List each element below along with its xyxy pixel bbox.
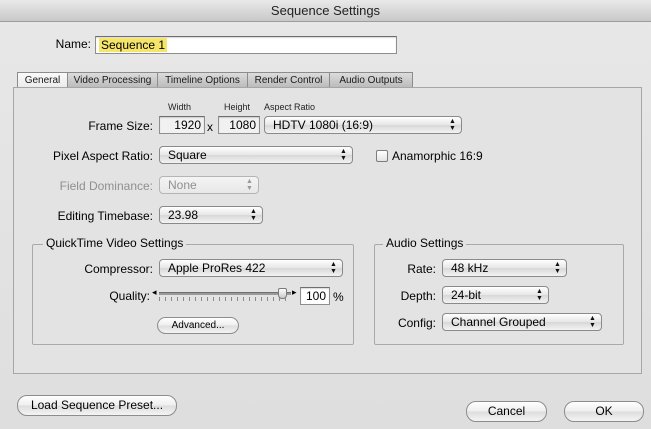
- popup-arrows-icon: ▲ ▼: [589, 315, 596, 329]
- frame-width-field[interactable]: 1920: [159, 116, 205, 134]
- editing-timebase-value: 23.98: [168, 208, 199, 222]
- pixel-aspect-label: Pixel Aspect Ratio:: [52, 149, 153, 163]
- quality-min-icon: ◂: [152, 287, 157, 297]
- sequence-settings-window: Sequence Settings Name: Sequence 1 Gener…: [0, 0, 651, 429]
- rate-popup[interactable]: 48 kHz ▲ ▼: [442, 259, 567, 277]
- popup-arrows-icon: ▲ ▼: [449, 118, 456, 132]
- depth-label: Depth:: [400, 289, 436, 303]
- popup-arrows-icon: ▲ ▼: [536, 288, 543, 302]
- config-value: Channel Grouped: [451, 315, 546, 329]
- aspect-ratio-value: HDTV 1080i (16:9): [273, 118, 374, 132]
- tab-render-control[interactable]: Render Control: [247, 72, 330, 88]
- rate-value: 48 kHz: [451, 261, 489, 275]
- quality-unit: %: [333, 290, 344, 304]
- height-column-header: Height: [224, 102, 251, 112]
- popup-arrows-icon: ▲ ▼: [246, 178, 253, 192]
- quality-label: Quality:: [109, 289, 150, 303]
- depth-popup[interactable]: 24-bit ▲ ▼: [442, 286, 549, 304]
- compressor-label: Compressor:: [84, 262, 153, 276]
- field-dominance-value: None: [168, 178, 197, 192]
- anamorphic-label: Anamorphic 16:9: [392, 149, 483, 163]
- aspect-ratio-column-header: Aspect Ratio: [264, 102, 316, 112]
- sequence-name-value: Sequence 1: [99, 38, 168, 52]
- quality-value-field[interactable]: 100: [300, 287, 330, 305]
- advanced-button[interactable]: Advanced...: [157, 317, 239, 334]
- frame-size-label: Frame Size:: [88, 119, 153, 133]
- quality-slider-track[interactable]: [159, 292, 291, 295]
- quality-max-icon: ▸: [292, 287, 297, 297]
- width-column-header: Width: [168, 102, 192, 112]
- rate-label: Rate:: [407, 262, 436, 276]
- window-title: Sequence Settings: [0, 0, 651, 22]
- quality-slider-ticks: [159, 297, 291, 301]
- frame-height-field[interactable]: 1080: [218, 116, 260, 134]
- popup-arrows-icon: ▲ ▼: [250, 208, 257, 222]
- tab-audio-outputs[interactable]: Audio Outputs: [329, 72, 413, 88]
- frame-size-separator: x: [207, 120, 213, 134]
- aspect-ratio-popup[interactable]: HDTV 1080i (16:9) ▲ ▼: [264, 116, 462, 134]
- anamorphic-checkbox[interactable]: [376, 150, 388, 162]
- popup-arrows-icon: ▲ ▼: [554, 261, 561, 275]
- quality-slider-thumb[interactable]: [278, 288, 287, 299]
- compressor-value: Apple ProRes 422: [168, 261, 266, 275]
- field-dominance-label: Field Dominance:: [59, 179, 153, 193]
- popup-arrows-icon: ▲ ▼: [330, 261, 337, 275]
- config-popup[interactable]: Channel Grouped ▲ ▼: [442, 313, 602, 331]
- load-sequence-preset-button[interactable]: Load Sequence Preset...: [17, 395, 177, 416]
- audio-settings-title: Audio Settings: [383, 236, 467, 250]
- compressor-popup[interactable]: Apple ProRes 422 ▲ ▼: [159, 259, 343, 277]
- ok-button[interactable]: OK: [564, 401, 644, 422]
- tab-video-processing[interactable]: Video Processing: [67, 72, 158, 88]
- config-label: Config:: [397, 316, 436, 330]
- sequence-name-field[interactable]: Sequence 1: [95, 36, 397, 54]
- editing-timebase-label: Editing Timebase:: [57, 209, 153, 223]
- pixel-aspect-value: Square: [168, 148, 207, 162]
- editing-timebase-popup[interactable]: 23.98 ▲ ▼: [159, 206, 263, 224]
- quicktime-settings-title: QuickTime Video Settings: [43, 236, 187, 250]
- depth-value: 24-bit: [451, 288, 482, 302]
- tab-timeline-options[interactable]: Timeline Options: [157, 72, 248, 88]
- popup-arrows-icon: ▲ ▼: [340, 148, 347, 162]
- name-label: Name:: [55, 37, 91, 51]
- pixel-aspect-popup[interactable]: Square ▲ ▼: [159, 146, 353, 164]
- field-dominance-popup[interactable]: None ▲ ▼: [159, 176, 259, 194]
- cancel-button[interactable]: Cancel: [466, 401, 547, 422]
